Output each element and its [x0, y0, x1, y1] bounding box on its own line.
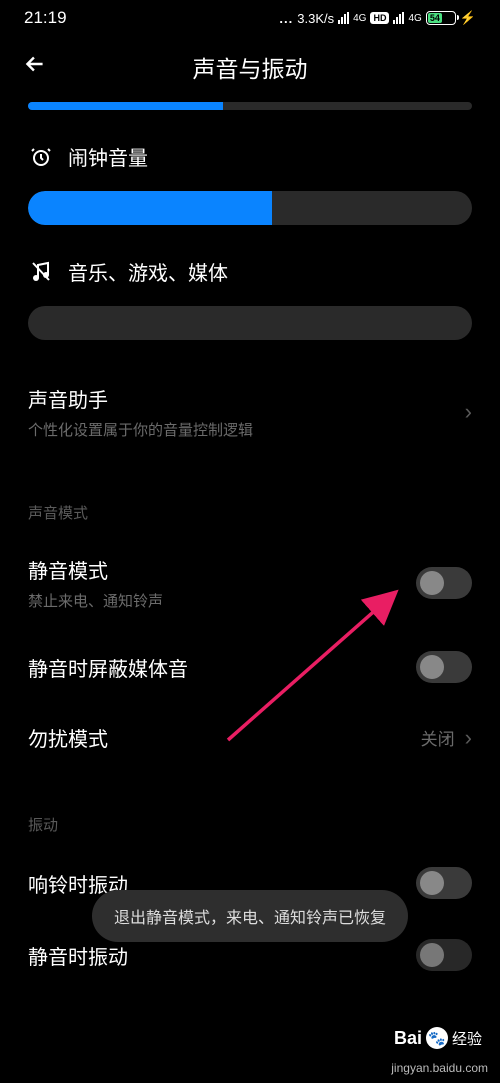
toggle-knob	[420, 871, 444, 895]
toggle-knob	[420, 655, 444, 679]
vibrate-silent-title: 静音时振动	[28, 941, 416, 970]
silent-mode-row: 静音模式 禁止来电、通知铃声	[28, 535, 472, 631]
battery-icon: 54	[426, 11, 456, 25]
sound-assistant-row[interactable]: 声音助手 个性化设置属于你的音量控制逻辑 ›	[28, 364, 472, 460]
back-button[interactable]	[22, 51, 48, 84]
watermark-url: jingyan.baidu.com	[391, 1061, 488, 1077]
chevron-right-icon: ›	[465, 399, 472, 425]
paw-icon: 🐾	[426, 1027, 448, 1049]
battery-level: 54	[428, 13, 442, 23]
alarm-volume-section: 闹钟音量	[28, 142, 472, 225]
sound-mode-group-label: 声音模式	[28, 502, 472, 523]
status-bar: 21:19 3.3K/s 4G HD 4G 54 ⚡	[0, 0, 500, 36]
alarm-volume-slider[interactable]	[28, 191, 472, 225]
music-note-icon	[28, 259, 54, 285]
signal-icon-1	[338, 12, 349, 24]
silent-mode-subtitle: 禁止来电、通知铃声	[28, 590, 416, 611]
toast-text: 退出静音模式，来电、通知铃声已恢复	[114, 910, 386, 927]
slider-fill	[28, 191, 272, 225]
status-net-2: 4G	[408, 13, 421, 24]
toast: 退出静音模式，来电、通知铃声已恢复	[92, 890, 408, 942]
charging-icon: ⚡	[460, 10, 476, 26]
status-dots-icon	[279, 11, 293, 26]
vibrate-silent-toggle[interactable]	[416, 939, 472, 971]
toggle-knob	[420, 943, 444, 967]
sound-assistant-title: 声音助手	[28, 384, 465, 413]
alarm-volume-label: 闹钟音量	[68, 142, 148, 171]
arrow-left-icon	[22, 51, 48, 77]
sound-assistant-subtitle: 个性化设置属于你的音量控制逻辑	[28, 419, 465, 440]
status-net-1: 4G	[353, 13, 366, 24]
dnd-row[interactable]: 勿扰模式 关闭 ›	[28, 703, 472, 772]
silent-mode-title: 静音模式	[28, 555, 416, 584]
mute-media-row: 静音时屏蔽媒体音	[28, 631, 472, 703]
dnd-value: 关闭	[421, 725, 455, 750]
status-right: 3.3K/s 4G HD 4G 54 ⚡	[279, 10, 476, 26]
silent-mode-toggle[interactable]	[416, 567, 472, 599]
signal-icon-2	[393, 12, 404, 24]
vibrate-ring-toggle[interactable]	[416, 867, 472, 899]
watermark-logo: Bai 🐾 经验	[394, 1027, 482, 1049]
media-volume-label: 音乐、游戏、媒体	[68, 257, 228, 286]
status-speed: 3.3K/s	[297, 11, 334, 26]
volume-slider-partial[interactable]	[28, 102, 472, 110]
mute-media-title: 静音时屏蔽媒体音	[28, 653, 416, 682]
vibration-group-label: 振动	[28, 814, 58, 835]
toggle-knob	[420, 571, 444, 595]
slider-fill	[28, 102, 223, 110]
dnd-title: 勿扰模式	[28, 723, 421, 752]
status-time: 21:19	[24, 8, 67, 28]
media-volume-section: 音乐、游戏、媒体	[28, 257, 472, 340]
media-volume-slider[interactable]	[28, 306, 472, 340]
hd-badge: HD	[370, 12, 389, 24]
page-title: 声音与振动	[20, 50, 480, 84]
chevron-right-icon: ›	[465, 725, 472, 751]
alarm-clock-icon	[28, 144, 54, 170]
mute-media-toggle[interactable]	[416, 651, 472, 683]
header: 声音与振动	[0, 36, 500, 102]
